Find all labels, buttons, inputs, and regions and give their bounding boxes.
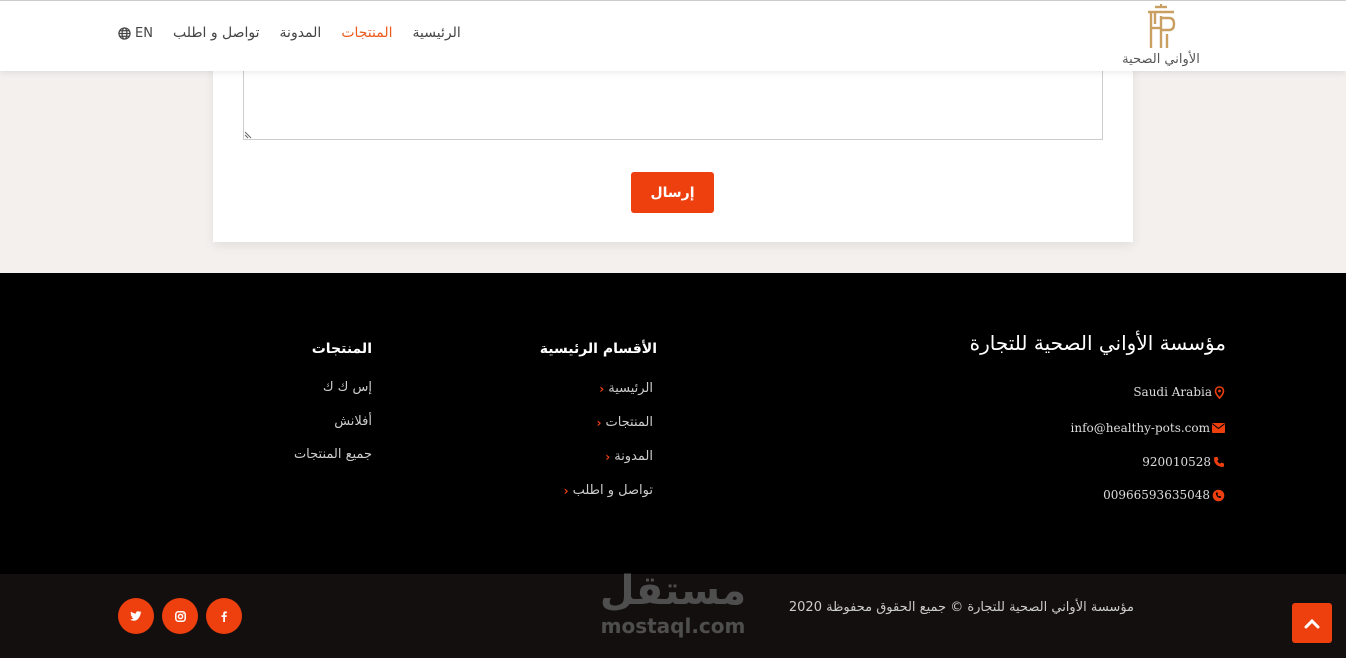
- location-text: Saudi Arabia: [1133, 385, 1212, 399]
- phone-text: 920010528: [1142, 455, 1211, 469]
- whatsapp-icon: [1212, 489, 1225, 501]
- footer-link-blog[interactable]: المدونة ‹: [605, 449, 653, 464]
- nav-item-contact[interactable]: تواصل و اطلب: [173, 25, 260, 41]
- footer-product-all[interactable]: جميع المنتجات: [294, 447, 372, 462]
- facebook-button[interactable]: [206, 598, 242, 634]
- phone-icon: [1214, 457, 1224, 467]
- chevron-up-icon: [1304, 618, 1320, 628]
- footer-link-label: المنتجات: [605, 415, 653, 430]
- footer-link-label: الرئيسية: [608, 381, 653, 396]
- copyright-text: مؤسسة الأواني الصحية للتجارة © جميع الحق…: [788, 600, 1134, 615]
- contact-email[interactable]: info@healthy-pots.com: [1071, 421, 1225, 435]
- email-text: info@healthy-pots.com: [1070, 421, 1210, 435]
- watermark-arabic: مستقل: [599, 568, 747, 614]
- twitter-button[interactable]: [118, 598, 154, 634]
- language-switch[interactable]: EN: [118, 26, 153, 41]
- contact-whatsapp[interactable]: 00966593635048: [1103, 488, 1225, 502]
- nav-item-products[interactable]: المنتجات: [341, 25, 392, 41]
- twitter-icon: [130, 611, 142, 621]
- facebook-icon: [221, 610, 227, 622]
- globe-icon: [118, 26, 131, 40]
- send-button[interactable]: إرسال: [631, 172, 714, 213]
- footer-product-avalanche[interactable]: أفلانش: [334, 414, 372, 429]
- contact-phone[interactable]: 920010528: [1142, 455, 1225, 469]
- footer-link-label: تواصل و اطلب: [572, 483, 653, 498]
- footer-link-contact[interactable]: تواصل و اطلب ‹: [564, 483, 653, 498]
- footer-link-home[interactable]: الرئيسية ‹: [599, 381, 653, 396]
- envelope-icon: [1212, 423, 1225, 433]
- footer-product-ssk[interactable]: إس ك ك: [323, 380, 372, 395]
- products-title: المنتجات: [311, 341, 372, 357]
- instagram-button[interactable]: [162, 598, 198, 634]
- nav-item-home[interactable]: الرئيسية: [413, 25, 461, 41]
- watermark-english: mostaql.com: [600, 614, 746, 638]
- chevron-left-icon: ‹: [563, 483, 569, 498]
- site-footer: مؤسسة الأواني الصحية للتجارة Saudi Arabi…: [0, 273, 1346, 574]
- whatsapp-text: 00966593635048: [1103, 488, 1210, 502]
- language-label: EN: [135, 25, 153, 41]
- chevron-left-icon: ‹: [599, 381, 605, 396]
- contact-location: Saudi Arabia: [1133, 385, 1225, 399]
- scroll-to-top-button[interactable]: [1292, 603, 1332, 643]
- company-title: مؤسسة الأواني الصحية للتجارة: [969, 331, 1226, 355]
- footer-link-label: المدونة: [614, 449, 653, 464]
- chevron-left-icon: ‹: [596, 415, 602, 430]
- sections-title: الأقسام الرئيسية: [539, 341, 657, 357]
- watermark: مستقل mostaql.com: [588, 568, 758, 648]
- resize-grip-icon[interactable]: [244, 129, 254, 139]
- instagram-icon: [174, 610, 186, 622]
- main-nav: EN تواصل و اطلب المدونة المنتجات الرئيسي…: [118, 25, 481, 41]
- footer-link-products[interactable]: المنتجات ‹: [597, 415, 653, 430]
- nav-item-blog[interactable]: المدونة: [280, 25, 322, 41]
- chevron-left-icon: ‹: [605, 449, 611, 464]
- logo[interactable]: الأواني الصحية: [1116, 4, 1206, 67]
- site-header: الأواني الصحية EN تواصل و اطلب المدونة ا…: [0, 0, 1346, 71]
- logo-text: الأواني الصحية: [1122, 52, 1200, 67]
- bottom-bar: مستقل mostaql.com مؤسسة الأواني الصحية ل…: [0, 568, 1346, 658]
- map-pin-icon: [1214, 385, 1225, 399]
- logo-icon: [1148, 4, 1176, 48]
